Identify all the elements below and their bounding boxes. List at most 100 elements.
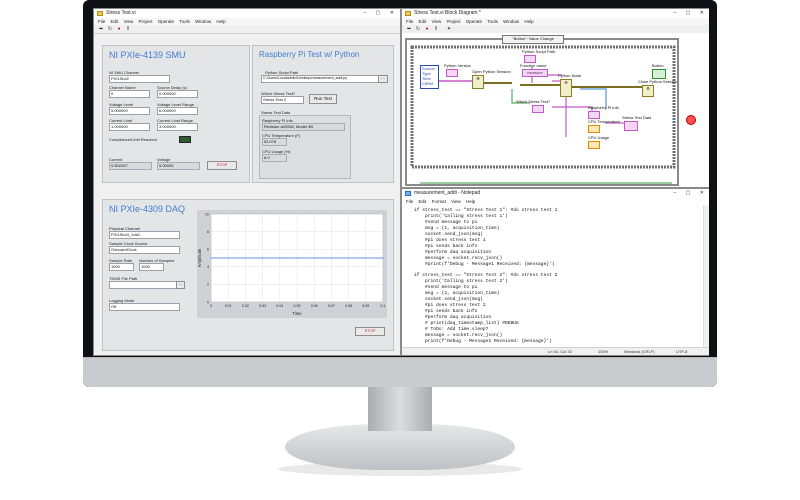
notepad-window: measurement_addi - Notepad – ▢ ✕ File Ed… xyxy=(401,188,709,356)
notepad-vertical-scrollbar[interactable] xyxy=(703,205,709,348)
voltage-range-field[interactable]: 6.000000 xyxy=(157,107,198,115)
cpu-usage-terminal[interactable] xyxy=(588,141,600,149)
vi-file-icon xyxy=(405,11,411,16)
python-version-constant[interactable] xyxy=(446,69,458,77)
run-arrow-icon[interactable]: ➡ xyxy=(98,26,104,32)
button-terminal[interactable] xyxy=(652,69,666,79)
vi-file-icon xyxy=(97,11,103,16)
function-name-constant[interactable]: measure xyxy=(522,69,548,77)
daq-title: NI PXIe-4309 DAQ xyxy=(109,204,186,214)
python-node[interactable]: ⚙ xyxy=(560,79,572,97)
which-test-bd-label: Which Stress Test? xyxy=(516,99,551,104)
tdms-path-field[interactable] xyxy=(109,281,178,289)
menu-format[interactable]: Format xyxy=(432,199,446,204)
x-axis-label: Time xyxy=(292,311,302,316)
menu-help[interactable]: Help xyxy=(524,19,533,24)
daq-stop-button[interactable]: STOP xyxy=(355,327,385,336)
menu-tools[interactable]: Tools xyxy=(179,19,190,24)
menu-project[interactable]: Project xyxy=(447,19,461,24)
channel-name-field[interactable]: 0 xyxy=(109,90,150,98)
run-continuously-icon[interactable]: ↻ xyxy=(107,26,113,32)
which-test-select[interactable]: Stress Test 2 xyxy=(261,96,304,104)
x-tick-label: 0.07 xyxy=(328,304,335,308)
tdms-browse-button[interactable]: … xyxy=(176,281,185,289)
which-test-terminal[interactable] xyxy=(532,105,544,113)
pause-icon[interactable]: ‖ xyxy=(433,26,439,32)
pause-icon[interactable]: ‖ xyxy=(125,26,131,32)
sample-rate-field[interactable]: 1000 xyxy=(109,263,134,271)
logging-mode-select[interactable]: Off xyxy=(109,303,180,311)
data-point xyxy=(330,257,332,259)
menu-help[interactable]: Help xyxy=(216,19,225,24)
highlight-execution-icon[interactable]: ✦ xyxy=(446,26,452,32)
front-panel-menubar: File Edit View Project Operate Tools Win… xyxy=(94,18,400,25)
monitor-screen: Stress Test.vi – ▢ ✕ File Edit View Proj… xyxy=(93,8,709,356)
menu-tools[interactable]: Tools xyxy=(487,19,498,24)
smu-channel-select[interactable]: PXI1Slot2 xyxy=(109,75,170,83)
menu-file[interactable]: File xyxy=(406,19,413,24)
browse-button[interactable]: … xyxy=(378,75,388,83)
stress-data-terminal[interactable] xyxy=(624,121,638,131)
loop-stop-terminal[interactable] xyxy=(686,115,696,125)
data-point xyxy=(313,257,315,259)
y-tick-label: 8 xyxy=(207,230,209,234)
menu-operate[interactable]: Operate xyxy=(466,19,482,24)
script-path-field[interactable]: C:\Users\Localadmin\Desktop\measurement_… xyxy=(261,75,380,83)
menu-project[interactable]: Project xyxy=(139,19,153,24)
notepad-icon xyxy=(405,191,411,196)
menu-window[interactable]: Window xyxy=(195,19,211,24)
run-arrow-icon[interactable]: ➡ xyxy=(406,26,412,32)
menu-edit[interactable]: Edit xyxy=(419,19,427,24)
front-panel-toolbar: ➡ ↻ ● ‖ xyxy=(94,25,400,34)
current-indicator: 0.502257 xyxy=(109,162,152,170)
menu-edit[interactable]: Edit xyxy=(111,19,119,24)
abort-icon[interactable]: ● xyxy=(116,26,122,32)
current-limit-field[interactable]: 1.000000 xyxy=(109,123,150,131)
run-test-button[interactable]: Run Test xyxy=(309,94,337,104)
data-point xyxy=(279,257,281,259)
compliance-label: Compliance/Limit Reached xyxy=(109,137,157,142)
event-data-cluster: Source Type Time CtlRef xyxy=(420,65,439,89)
x-tick-label: 0.01 xyxy=(225,304,232,308)
menu-file[interactable]: File xyxy=(406,199,413,204)
data-point xyxy=(244,257,246,259)
cluster-item-ctlref: CtlRef xyxy=(422,81,434,86)
pi-info-terminal[interactable] xyxy=(588,111,600,119)
run-continuously-icon[interactable]: ↻ xyxy=(415,26,421,32)
menu-file[interactable]: File xyxy=(98,19,105,24)
front-panel-title: Stress Test.vi xyxy=(106,10,136,16)
cpu-temperature-terminal[interactable] xyxy=(588,125,600,133)
close-python-session-node[interactable]: ⚙ xyxy=(642,85,654,97)
menu-help[interactable]: Help xyxy=(466,199,475,204)
encoding: UTF-8 xyxy=(676,349,688,354)
data-point xyxy=(210,257,212,259)
num-samples-field[interactable]: 1000 xyxy=(139,263,164,271)
event-case-selector[interactable]: "Button": Value Change xyxy=(502,35,564,44)
pi-info-indicator: Revision a02082, Model 3B xyxy=(262,123,345,131)
window-controls[interactable]: – ▢ ✕ xyxy=(674,189,708,198)
monitor-stand-neck xyxy=(368,387,432,431)
script-path-terminal[interactable] xyxy=(524,55,536,63)
clock-source-select[interactable]: OnboardClock xyxy=(109,246,180,254)
menu-view[interactable]: View xyxy=(124,19,134,24)
python-version-label: Python Version xyxy=(444,63,471,68)
menu-view[interactable]: View xyxy=(451,199,461,204)
voltage-level-field[interactable]: 5.000000 xyxy=(109,107,150,115)
menu-operate[interactable]: Operate xyxy=(158,19,174,24)
window-controls[interactable]: – ▢ ✕ xyxy=(364,9,398,18)
menu-edit[interactable]: Edit xyxy=(419,199,427,204)
source-delay-field[interactable]: 0.000000 xyxy=(157,90,198,98)
current-range-field[interactable]: 3.000000 xyxy=(157,123,198,131)
open-python-session-node[interactable]: ⚙ xyxy=(472,75,484,89)
x-tick-label: 0.03 xyxy=(259,304,266,308)
menu-view[interactable]: View xyxy=(432,19,442,24)
block-diagram-canvas[interactable]: "Button": Value Change Source Type Time … xyxy=(402,33,709,187)
window-controls[interactable]: – ▢ ✕ xyxy=(674,9,708,18)
smu-stop-button[interactable]: STOP xyxy=(207,161,237,170)
abort-icon[interactable]: ● xyxy=(424,26,430,32)
physical-channel-select[interactable]: PXI1Slot4_1/ai0 xyxy=(109,231,180,239)
notepad-text-area[interactable]: if stress_test == "Stress Test 1": #do s… xyxy=(404,205,702,347)
menu-window[interactable]: Window xyxy=(503,19,519,24)
data-point xyxy=(262,257,264,259)
function-name-label: Function name xyxy=(520,63,547,68)
